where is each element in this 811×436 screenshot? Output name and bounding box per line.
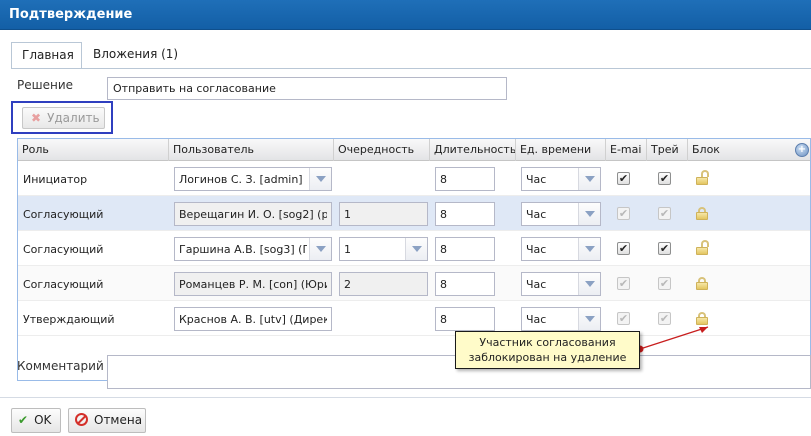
tray-checkbox: ✔ (658, 277, 671, 290)
tray-checkbox[interactable]: ✔ (658, 172, 671, 185)
tab-divider (11, 68, 811, 69)
ok-button-label: OK (34, 413, 52, 427)
lock-icon (696, 207, 708, 220)
table-row[interactable]: Инициатор Логинов С. З. [admin] 8 Час ✔ … (18, 161, 810, 196)
email-checkbox: ✔ (617, 312, 630, 325)
order-value: 1 (344, 243, 351, 256)
decision-label: Решение (17, 78, 74, 92)
col-role[interactable]: Роль (18, 139, 169, 161)
order-combo[interactable]: 1 (339, 237, 428, 261)
duration-field[interactable]: 8 (435, 237, 495, 261)
cancel-icon (75, 413, 88, 426)
chevron-down-icon[interactable] (578, 308, 600, 330)
duration-field[interactable]: 8 (435, 307, 495, 331)
cancel-button-label: Отмена (94, 413, 143, 427)
duration-field[interactable]: 8 (435, 272, 495, 296)
time-unit-combo[interactable]: Час (521, 167, 601, 191)
time-unit-value: Час (526, 173, 547, 186)
user-combo[interactable]: Гаршина А.В. [sog3] (Г (174, 237, 332, 261)
user-combo: Верещагин И. О. [sog2] (ру (174, 202, 332, 226)
col-tray[interactable]: Трей (647, 139, 688, 161)
table-row[interactable]: Согласующий Верещагин И. О. [sog2] (ру 1… (18, 196, 810, 231)
time-unit-value: Час (526, 313, 547, 326)
email-checkbox[interactable]: ✔ (617, 172, 630, 185)
lock-icon (696, 277, 708, 290)
duration-field[interactable]: 8 (435, 167, 495, 191)
table-row[interactable]: Утверждающий Краснов А. В. [utv] (Дирек … (18, 301, 810, 336)
user-combo-value: Гаршина А.В. [sog3] (Г (179, 243, 307, 256)
email-checkbox[interactable]: ✔ (617, 242, 630, 255)
col-order[interactable]: Очередность (334, 139, 430, 161)
tray-checkbox: ✔ (658, 207, 671, 220)
comment-label: Комментарий (17, 359, 104, 373)
col-user[interactable]: Пользователь (169, 139, 334, 161)
user-combo: Романцев Р. М. [con] (Юрис (174, 272, 332, 296)
time-unit-combo[interactable]: Час (521, 202, 601, 226)
footer-divider (0, 397, 811, 398)
decision-field[interactable]: Отправить на согласование (107, 77, 507, 100)
user-combo-value: Романцев Р. М. [con] (Юрис (179, 278, 327, 291)
tray-checkbox[interactable]: ✔ (658, 242, 671, 255)
row-role: Инициатор (23, 173, 88, 186)
callout-line-1: Участник согласования (479, 336, 616, 349)
table-row[interactable]: Согласующий Гаршина А.В. [sog3] (Г 1 8 Ч… (18, 231, 810, 266)
chevron-down-icon[interactable] (309, 168, 331, 190)
delete-button-label: Удалить (47, 111, 100, 125)
email-checkbox: ✔ (617, 207, 630, 220)
email-checkbox: ✔ (617, 277, 630, 290)
callout-line-2: заблокирован на удаление (468, 351, 627, 364)
checkmark-icon: ✔ (18, 413, 29, 427)
col-time-unit[interactable]: Ед. времени (516, 139, 606, 161)
cancel-button[interactable]: Отмена (68, 408, 146, 433)
duration-field[interactable]: 8 (435, 202, 495, 226)
table-row[interactable]: Согласующий Романцев Р. М. [con] (Юрис 2… (18, 266, 810, 301)
time-unit-value: Час (526, 243, 547, 256)
chevron-down-icon[interactable] (578, 168, 600, 190)
user-combo-value: Логинов С. З. [admin] (179, 173, 303, 186)
col-duration[interactable]: Длительность (430, 139, 516, 161)
add-participant-icon[interactable]: + (795, 143, 809, 157)
user-combo: Краснов А. В. [utv] (Дирек (174, 307, 332, 331)
unlocked-icon[interactable] (696, 170, 709, 185)
time-unit-value: Час (526, 208, 547, 221)
lock-tooltip-callout: Участник согласования заблокирован на уд… (455, 331, 640, 369)
user-combo-value: Верещагин И. О. [sog2] (ру (179, 208, 327, 221)
row-role: Согласующий (23, 278, 104, 291)
dialog-body: Главная Вложения (1) Решение Отправить н… (0, 30, 811, 436)
order-field: 2 (339, 272, 428, 296)
time-unit-value: Час (526, 278, 547, 291)
order-field: 1 (339, 202, 428, 226)
chevron-down-icon[interactable] (578, 238, 600, 260)
chevron-down-icon[interactable] (405, 238, 427, 260)
user-combo-value: Краснов А. В. [utv] (Дирек (179, 313, 327, 326)
ok-button[interactable]: ✔ OK (11, 408, 61, 433)
row-role: Утверждающий (23, 313, 115, 326)
row-role: Согласующий (23, 243, 104, 256)
participants-grid: Роль Пользователь Очередность Длительнос… (17, 138, 811, 381)
time-unit-combo[interactable]: Час (521, 272, 601, 296)
col-email[interactable]: E-mai (606, 139, 647, 161)
user-combo[interactable]: Логинов С. З. [admin] (174, 167, 332, 191)
delete-icon: ✖ (31, 111, 42, 125)
tray-checkbox: ✔ (658, 312, 671, 325)
time-unit-combo[interactable]: Час (521, 237, 601, 261)
window-title: Подтверждение (0, 0, 811, 30)
chevron-down-icon[interactable] (309, 238, 331, 260)
tab-main[interactable]: Главная (11, 42, 82, 69)
tab-attachments[interactable]: Вложения (1) (83, 42, 188, 69)
delete-button[interactable]: ✖ Удалить (22, 107, 105, 129)
col-lock[interactable]: Блок (688, 139, 810, 161)
chevron-down-icon[interactable] (578, 273, 600, 295)
unlocked-icon[interactable] (696, 240, 709, 255)
chevron-down-icon[interactable] (578, 203, 600, 225)
row-role: Согласующий (23, 208, 104, 221)
lock-icon (696, 312, 708, 325)
grid-header: Роль Пользователь Очередность Длительнос… (18, 139, 810, 161)
time-unit-combo[interactable]: Час (521, 307, 601, 331)
